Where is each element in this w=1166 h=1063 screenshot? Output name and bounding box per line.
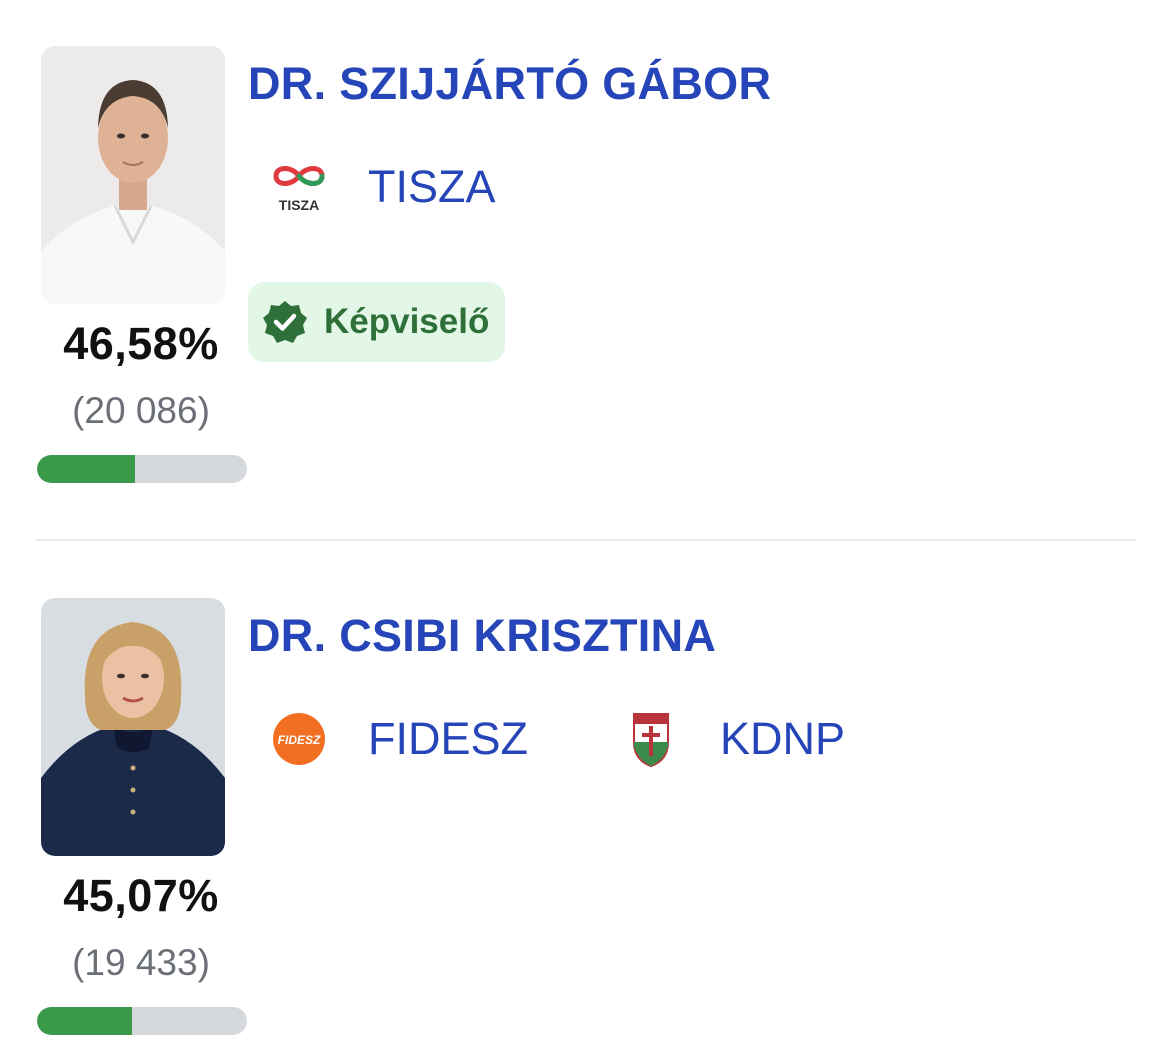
vote-progress-fill: [37, 1007, 132, 1035]
candidate-card[interactable]: 46,58% (20 086) DR. SZIJJÁRTÓ GÁBOR TISZ…: [0, 0, 1166, 540]
party-item-tisza[interactable]: TISZA TISZA: [262, 150, 496, 224]
vote-percentage: 46,58%: [63, 318, 219, 369]
party-name: TISZA: [368, 161, 496, 212]
party-name: FIDESZ: [368, 713, 529, 764]
vote-progress-bar: [37, 1007, 247, 1035]
party-list: FIDESZ FIDESZ KDNP: [262, 702, 931, 776]
vote-count: (19 433): [72, 942, 210, 983]
party-name: KDNP: [720, 713, 846, 764]
vote-percentage: 45,07%: [63, 870, 219, 921]
tisza-logo-icon: TISZA: [262, 150, 336, 224]
party-list: TISZA TISZA: [262, 150, 582, 224]
divider: [36, 539, 1136, 541]
representative-badge: Képviselő: [248, 282, 506, 362]
vote-progress-fill: [37, 455, 135, 483]
candidate-card[interactable]: 45,07% (19 433) DR. CSIBI KRISZTINA FIDE…: [0, 552, 1166, 1063]
candidate-photo: [41, 598, 225, 856]
vote-count: (20 086): [72, 390, 210, 431]
check-badge-icon: [263, 301, 307, 343]
svg-text:FIDESZ: FIDESZ: [278, 733, 321, 747]
party-item-kdnp[interactable]: KDNP: [614, 702, 845, 776]
candidate-name[interactable]: DR. SZIJJÁRTÓ GÁBOR: [248, 58, 771, 110]
candidate-photo: [41, 46, 225, 304]
fidesz-logo-icon: FIDESZ: [262, 702, 336, 776]
kdnp-logo-icon: [614, 702, 688, 776]
svg-text:TISZA: TISZA: [279, 197, 319, 213]
vote-progress-bar: [37, 455, 247, 483]
candidate-name[interactable]: DR. CSIBI KRISZTINA: [248, 610, 716, 662]
badge-label: Képviselő: [324, 302, 490, 341]
party-item-fidesz[interactable]: FIDESZ FIDESZ: [262, 702, 528, 776]
